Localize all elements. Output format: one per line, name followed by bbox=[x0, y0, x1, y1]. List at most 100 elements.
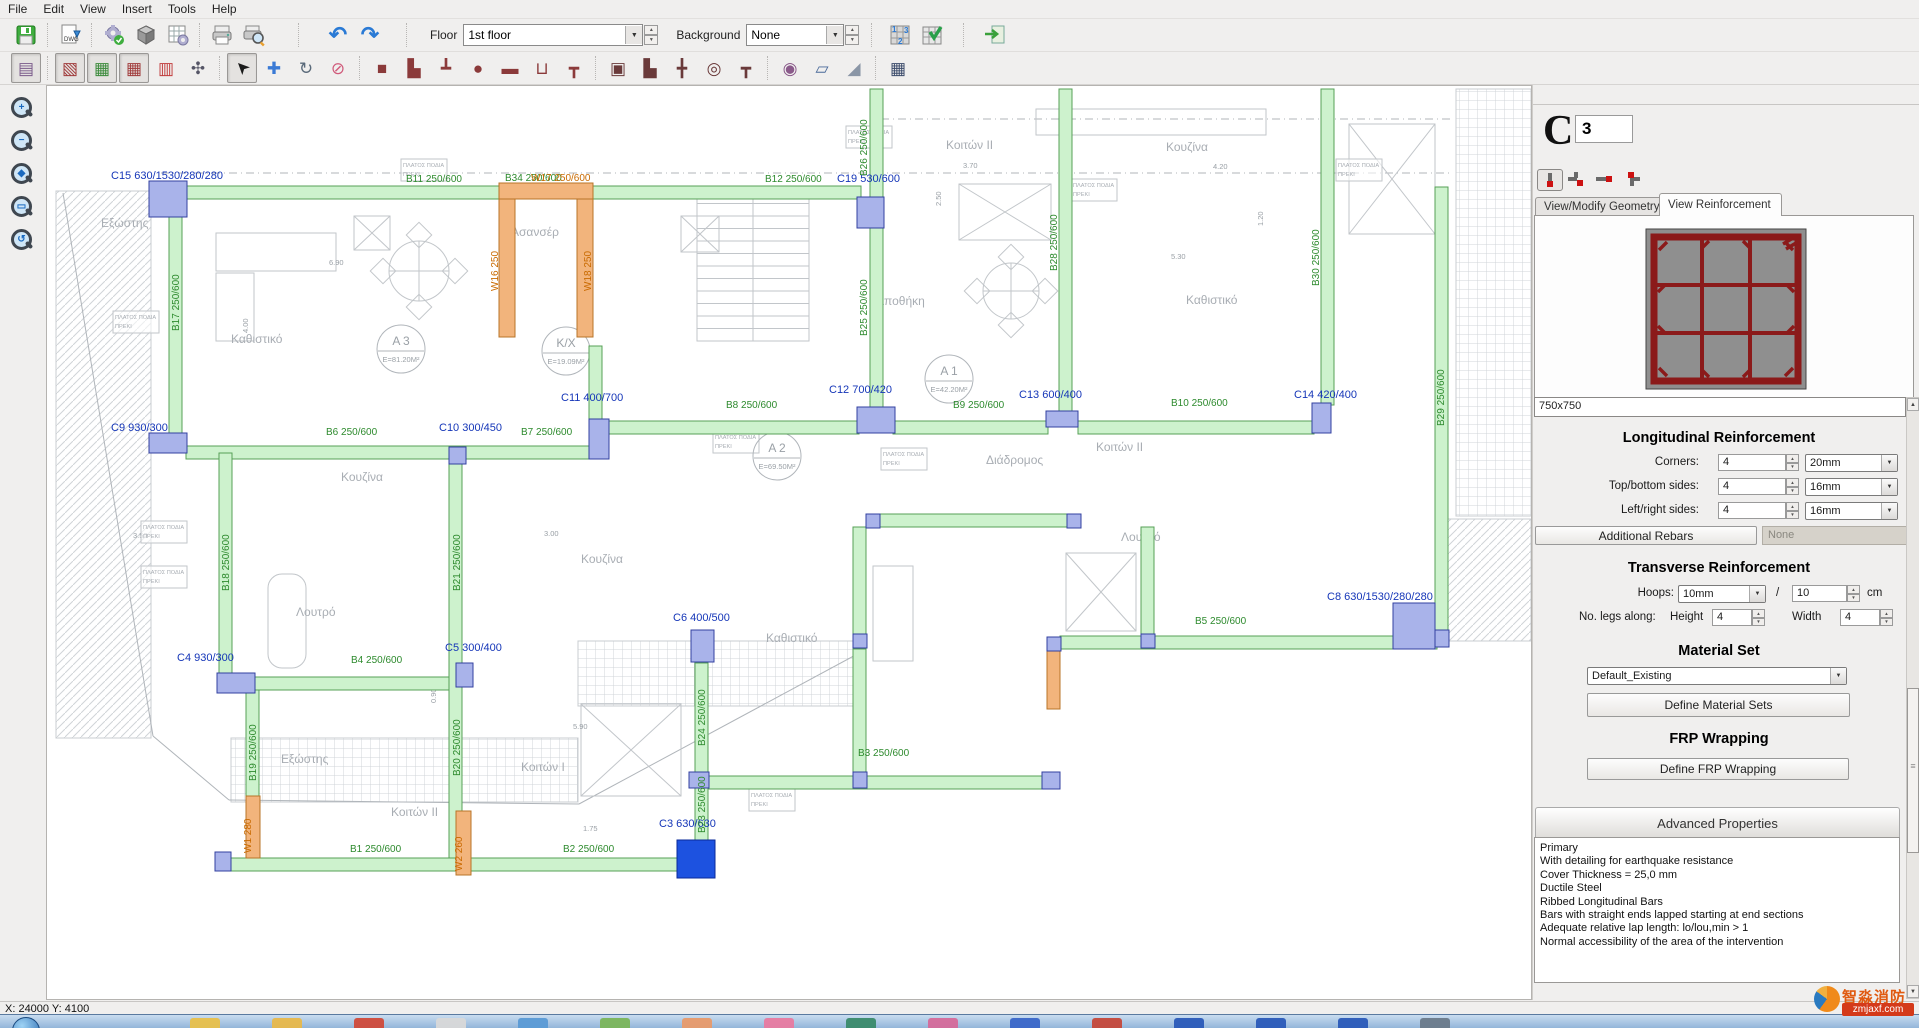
taskbar-app-icon[interactable] bbox=[764, 1018, 794, 1028]
import-sections-dwg-icon[interactable]: ▧ bbox=[55, 53, 85, 83]
menu-view[interactable]: View bbox=[72, 0, 114, 18]
tab-view-modify-geometry[interactable]: View/Modify Geometry bbox=[1535, 197, 1675, 216]
menu-help[interactable]: Help bbox=[204, 0, 245, 18]
rc-rect-tool-icon[interactable]: ▣ bbox=[603, 53, 633, 83]
save-button[interactable] bbox=[11, 20, 41, 50]
column-U-tool-icon[interactable]: ⊔ bbox=[527, 53, 557, 83]
floor-combobox[interactable]: 1st floor▼ bbox=[463, 24, 643, 46]
joint-bottom-right-icon[interactable] bbox=[1564, 169, 1588, 189]
windows-taskbar[interactable] bbox=[0, 1014, 1919, 1028]
member-grid-icon[interactable]: ▦ bbox=[119, 53, 149, 83]
rotate-tool-icon[interactable]: ↻ bbox=[291, 53, 321, 83]
undo-button[interactable]: ↶ bbox=[323, 20, 353, 50]
menu-insert[interactable]: Insert bbox=[114, 0, 160, 18]
start-button[interactable] bbox=[12, 1017, 40, 1028]
taskbar-app-icon[interactable] bbox=[846, 1018, 876, 1028]
taskbar-app-icon[interactable] bbox=[354, 1018, 384, 1028]
taskbar-app-icon[interactable] bbox=[436, 1018, 466, 1028]
legs-height-input[interactable]: 4 bbox=[1712, 609, 1752, 626]
rc-circle-tool-icon[interactable]: ◎ bbox=[699, 53, 729, 83]
delete-tool-icon[interactable]: ⊘ bbox=[323, 53, 353, 83]
corners-count-input[interactable]: 4 bbox=[1718, 454, 1786, 471]
zoom-in-tool[interactable]: + bbox=[5, 92, 39, 124]
joint-right-icon[interactable] bbox=[1592, 169, 1616, 189]
zoom-window-tool[interactable]: ▭ bbox=[5, 191, 39, 223]
taskbar-app-icon[interactable] bbox=[682, 1018, 712, 1028]
column-circle-tool-icon[interactable]: ● bbox=[463, 53, 493, 83]
left-right-diameter-dropdown[interactable]: 16mm▼ bbox=[1805, 502, 1898, 520]
advanced-properties-header[interactable]: Advanced Properties bbox=[1535, 807, 1900, 839]
taskbar-app-icon[interactable] bbox=[1174, 1018, 1204, 1028]
beam-lens-tool-icon[interactable]: ◉ bbox=[775, 53, 805, 83]
dwg-view-toggle-icon[interactable]: ▤ bbox=[11, 53, 41, 83]
taskbar-app-icon[interactable] bbox=[600, 1018, 630, 1028]
corners-spinner[interactable]: ▲▼ bbox=[1786, 454, 1799, 471]
rc-tee-tool-icon[interactable]: ┳ bbox=[731, 53, 761, 83]
slab-tool-icon[interactable]: ▱ bbox=[807, 53, 837, 83]
corners-diameter-dropdown[interactable]: 20mm▼ bbox=[1805, 454, 1898, 472]
left-right-spinner[interactable]: ▲▼ bbox=[1786, 502, 1799, 519]
legs-width-spinner[interactable]: ▲▼ bbox=[1880, 609, 1893, 626]
import-dwg-button[interactable]: DWG bbox=[55, 20, 85, 50]
taskbar-app-icon[interactable] bbox=[1420, 1018, 1450, 1028]
taskbar-app-icon[interactable] bbox=[518, 1018, 548, 1028]
move-tool-icon[interactable]: ✚ bbox=[259, 53, 289, 83]
background-spinner[interactable]: ▲▼ bbox=[845, 25, 859, 45]
taskbar-app-icon[interactable] bbox=[1338, 1018, 1368, 1028]
left-right-count-input[interactable]: 4 bbox=[1718, 502, 1786, 519]
export-model-button[interactable] bbox=[980, 20, 1010, 50]
additional-rebars-button[interactable]: Additional Rebars bbox=[1535, 526, 1757, 545]
menu-file[interactable]: File bbox=[0, 0, 35, 18]
top-bottom-diameter-dropdown[interactable]: 16mm▼ bbox=[1805, 478, 1898, 496]
redo-button[interactable]: ↷ bbox=[355, 20, 385, 50]
ramp-tool-icon[interactable]: ◢ bbox=[839, 53, 869, 83]
renumber-floors-button[interactable]: 132 bbox=[886, 20, 916, 50]
member-id-input[interactable] bbox=[1575, 115, 1633, 143]
view-3d-button[interactable] bbox=[131, 20, 161, 50]
column-tee-tool-icon[interactable]: ┳ bbox=[559, 53, 589, 83]
section-size-listbox[interactable]: 750x750 bbox=[1534, 397, 1906, 417]
menu-edit[interactable]: Edit bbox=[35, 0, 72, 18]
member-grid-red-icon[interactable]: ▥ bbox=[151, 53, 181, 83]
column-L-tool-icon[interactable]: ▙ bbox=[399, 53, 429, 83]
taskbar-app-icon[interactable] bbox=[190, 1018, 220, 1028]
top-bottom-spinner[interactable]: ▲▼ bbox=[1786, 478, 1799, 495]
floor-plan-canvas[interactable]: ΚαθιστικόΚουζίναΛουτρόΚοιτών IIΚοιτών IΚ… bbox=[46, 85, 1532, 1000]
taskbar-app-icon[interactable] bbox=[1010, 1018, 1040, 1028]
scrollbar-thumb[interactable] bbox=[1907, 688, 1919, 853]
member-grid-green-icon[interactable]: ▦ bbox=[87, 53, 117, 83]
menu-tools[interactable]: Tools bbox=[160, 0, 204, 18]
joint-top-icon[interactable] bbox=[1620, 169, 1644, 189]
taskbar-app-icon[interactable] bbox=[928, 1018, 958, 1028]
background-combobox[interactable]: None▼ bbox=[746, 24, 844, 46]
connect-members-icon[interactable]: ✣ bbox=[183, 53, 213, 83]
taskbar-app-icon[interactable] bbox=[1092, 1018, 1122, 1028]
taskbar-app-icon[interactable] bbox=[1256, 1018, 1286, 1028]
floor-spinner[interactable]: ▲▼ bbox=[644, 25, 658, 45]
mesh-tool-icon[interactable]: ▦ bbox=[883, 53, 913, 83]
check-model-button[interactable] bbox=[918, 20, 948, 50]
print-button[interactable] bbox=[207, 20, 237, 50]
define-material-sets-button[interactable]: Define Material Sets bbox=[1587, 693, 1850, 717]
zoom-extents-tool[interactable]: ◆ bbox=[5, 158, 39, 190]
panel-scrollbar[interactable]: ▲ ▼ bbox=[1906, 397, 1919, 999]
legs-width-input[interactable]: 4 bbox=[1840, 609, 1880, 626]
define-frp-wrapping-button[interactable]: Define FRP Wrapping bbox=[1587, 758, 1849, 780]
hoop-spacing-spinner[interactable]: ▲▼ bbox=[1847, 585, 1860, 602]
column-rect-tool-icon[interactable]: ■ bbox=[367, 53, 397, 83]
joint-bottom-icon[interactable] bbox=[1537, 169, 1563, 191]
hoops-diameter-dropdown[interactable]: 10mm▼ bbox=[1678, 585, 1766, 603]
taskbar-app-icon[interactable] bbox=[272, 1018, 302, 1028]
select-tool-icon[interactable]: ➤ bbox=[227, 53, 257, 83]
rc-L-tool-icon[interactable]: ▙ bbox=[635, 53, 665, 83]
print-preview-button[interactable] bbox=[239, 20, 269, 50]
rc-plus-tool-icon[interactable]: ╋ bbox=[667, 53, 697, 83]
hoop-spacing-input[interactable]: 10 bbox=[1792, 585, 1847, 602]
grid-settings-button[interactable] bbox=[163, 20, 193, 50]
column-T-tool-icon[interactable]: ┻ bbox=[431, 53, 461, 83]
wall-section-tool-icon[interactable]: ▬ bbox=[495, 53, 525, 83]
zoom-previous-tool[interactable]: ↺ bbox=[5, 224, 39, 256]
tab-view-reinforcement[interactable]: View Reinforcement bbox=[1659, 193, 1782, 216]
settings-button[interactable] bbox=[99, 20, 129, 50]
material-set-dropdown[interactable]: Default_Existing▼ bbox=[1587, 667, 1847, 685]
